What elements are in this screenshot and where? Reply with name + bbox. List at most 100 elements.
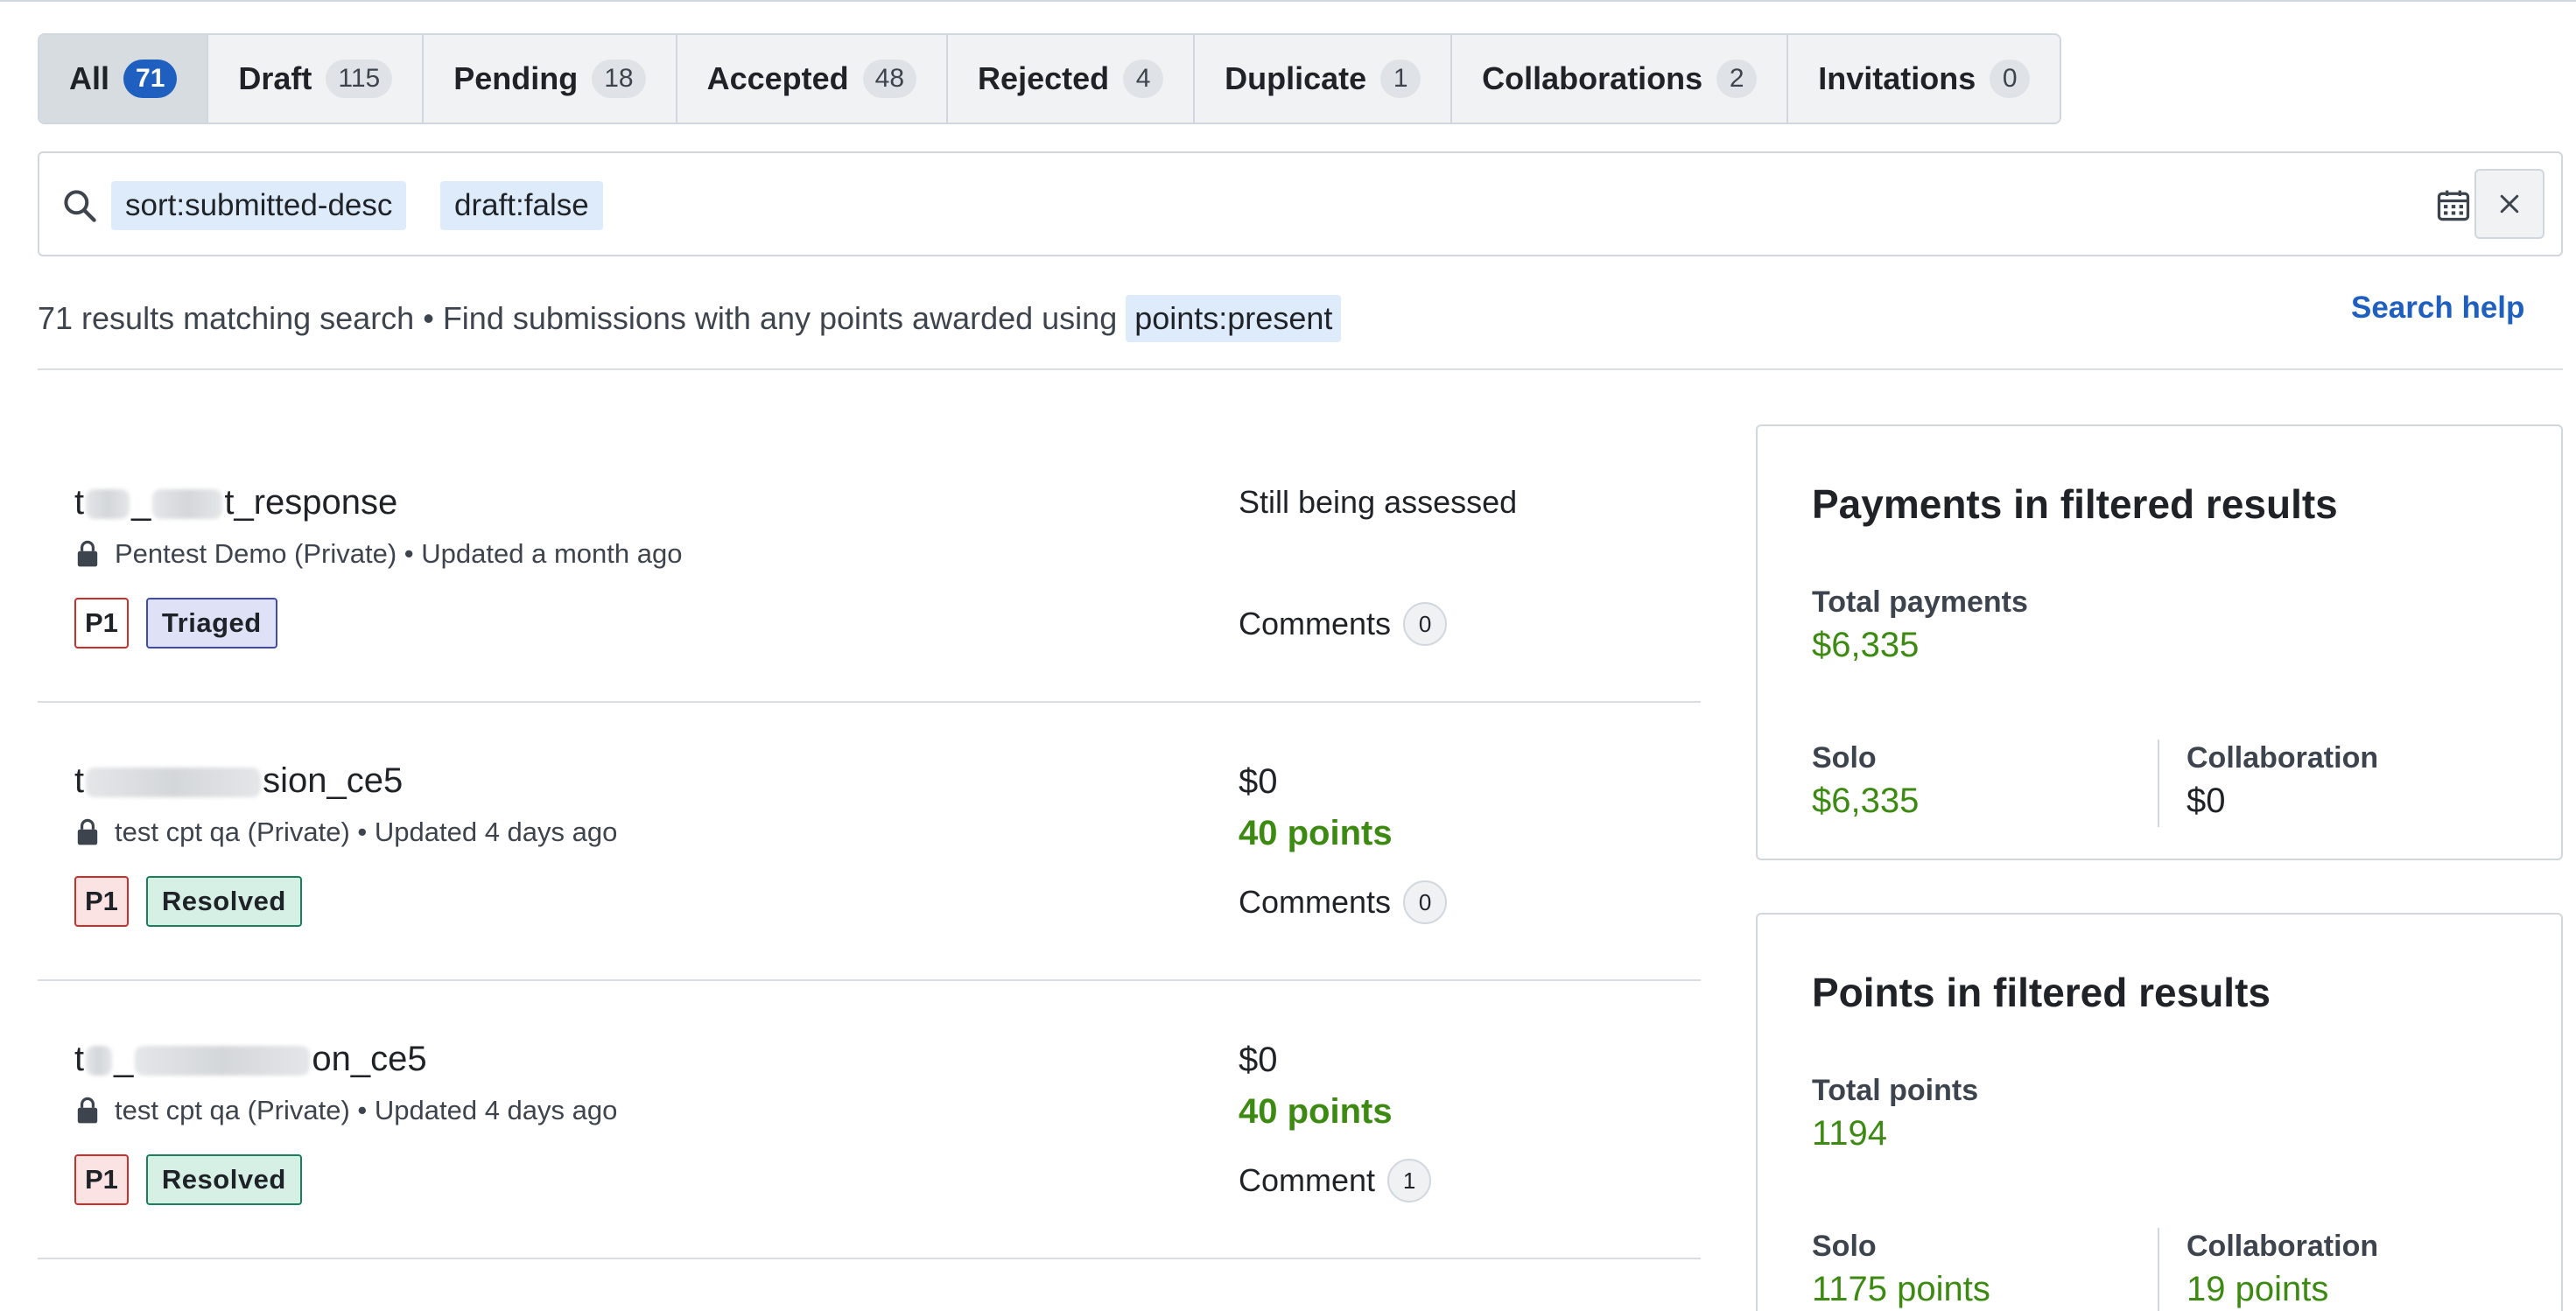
points-summary-card: Points in filtered results Total points …: [1756, 913, 2563, 1311]
tab-count: 71: [123, 60, 178, 98]
comments-count[interactable]: Comments 0: [1239, 602, 1448, 646]
state-badge: Resolved: [145, 1154, 302, 1205]
tab-count: 115: [326, 60, 393, 98]
close-icon: [2500, 194, 2519, 214]
tab-rejected[interactable]: Rejected 4: [948, 35, 1196, 123]
submission-title[interactable]: t _ on_ce5: [74, 1040, 427, 1079]
submission-title-end: t_response: [224, 483, 398, 522]
meta-separator: •: [357, 817, 368, 847]
lock-icon: [77, 1097, 98, 1124]
clear-search-button[interactable]: [2474, 169, 2544, 239]
priority-badge: P1: [74, 876, 129, 927]
comments-label: Comments: [1239, 884, 1392, 920]
meta-separator: •: [404, 538, 414, 569]
query-suggestion[interactable]: points:present: [1126, 295, 1342, 342]
submission-title-start: t: [74, 483, 85, 522]
program-name[interactable]: Pentest Demo (Private): [115, 538, 397, 570]
redacted-text: [86, 768, 262, 798]
program-name[interactable]: test cpt qa (Private): [115, 817, 350, 848]
submission-title[interactable]: t _ t_response: [74, 483, 397, 522]
assessment-status: Still being assessed: [1239, 484, 1518, 520]
tab-count: 18: [592, 60, 646, 98]
submission-row[interactable]: t sion_ce5 test cpt qa (Private) • Update…: [38, 703, 1701, 981]
card-title: Payments in filtered results: [1812, 481, 2338, 527]
submission-meta: test cpt qa (Private) • Updated 4 days a…: [76, 817, 617, 848]
search-icon: [64, 190, 96, 222]
updated-time: Updated 4 days ago: [374, 817, 618, 847]
collaboration-points-value: 19 points: [2186, 1270, 2329, 1308]
tab-label: Collaborations: [1482, 60, 1703, 96]
submission-labels: P1 Resolved: [74, 1154, 302, 1205]
comments-badge: 0: [1403, 880, 1448, 924]
tab-duplicate[interactable]: Duplicate 1: [1195, 35, 1453, 123]
top-divider: [0, 0, 2576, 2]
submission-title-start: t: [74, 1040, 85, 1078]
search-token-sort[interactable]: sort:submitted-desc: [111, 181, 407, 230]
tab-label: All: [69, 60, 110, 96]
tab-label: Draft: [238, 60, 312, 96]
submission-meta: test cpt qa (Private) • Updated 4 days a…: [76, 1095, 617, 1126]
divider: [38, 368, 2563, 370]
submission-title-end: sion_ce5: [263, 761, 404, 800]
submission-row[interactable]: t _ t_response Pentest Demo (Private) • Up…: [38, 424, 1701, 703]
solo-payments-value: $6,335: [1812, 782, 1920, 820]
solo-payments-label: Solo: [1812, 741, 1877, 775]
payment-amount: $0: [1239, 1041, 1278, 1079]
column-divider: [2158, 740, 2159, 827]
redacted-text: [152, 489, 223, 520]
search-help-link[interactable]: Search help: [2351, 291, 2524, 326]
submission-title-end: on_ce5: [312, 1040, 427, 1078]
filter-tabs: All 71 Draft 115 Pending 18 Accepted 48 Reje…: [38, 33, 2062, 124]
comments-count[interactable]: Comment 1: [1239, 1159, 1432, 1202]
payments-summary-card: Payments in filtered results Total payme…: [1756, 424, 2563, 860]
submission-list: t _ t_response Pentest Demo (Private) • Up…: [38, 424, 1701, 1259]
tab-label: Duplicate: [1225, 60, 1367, 96]
card-title: Points in filtered results: [1812, 970, 2271, 1015]
submission-labels: P1 Resolved: [74, 876, 302, 927]
redacted-text: [135, 1046, 311, 1076]
tab-label: Accepted: [706, 60, 849, 96]
total-points-label: Total points: [1812, 1074, 1979, 1107]
collaboration-payments-label: Collaboration: [2186, 741, 2379, 775]
column-divider: [2158, 1228, 2159, 1311]
tab-draft[interactable]: Draft 115: [208, 35, 425, 123]
tab-pending[interactable]: Pending 18: [424, 35, 677, 123]
comments-label: Comments: [1239, 606, 1392, 641]
submission-labels: P1 Triaged: [74, 598, 277, 648]
total-payments-label: Total payments: [1812, 585, 2028, 619]
tab-accepted[interactable]: Accepted 48: [677, 35, 949, 123]
search-token-draft[interactable]: draft:false: [440, 181, 603, 230]
submission-row[interactable]: t _ on_ce5 test cpt qa (Private) • Updated…: [38, 981, 1701, 1259]
comments-label: Comment: [1239, 1162, 1376, 1198]
tab-collaborations[interactable]: Collaborations 2: [1452, 35, 1789, 123]
tab-all[interactable]: All 71: [39, 35, 209, 123]
redacted-text: [86, 489, 130, 520]
priority-badge: P1: [74, 598, 129, 648]
total-points-value: 1194: [1812, 1114, 1888, 1153]
tab-invitations[interactable]: Invitations 0: [1788, 35, 2060, 123]
tab-count: 4: [1123, 60, 1164, 98]
submission-title-mid: _: [114, 1040, 134, 1078]
tab-count: 2: [1716, 60, 1758, 98]
tab-label: Invitations: [1818, 60, 1976, 96]
tab-count: 0: [1990, 60, 2031, 98]
comments-count[interactable]: Comments 0: [1239, 880, 1448, 924]
tab-label: Pending: [453, 60, 579, 96]
payment-amount: $0: [1239, 762, 1278, 801]
tab-count: 1: [1380, 60, 1421, 98]
results-summary: 71 results matching search • Find submis…: [38, 294, 1342, 343]
collaboration-points-label: Collaboration: [2186, 1230, 2379, 1263]
points-awarded: 40 points: [1239, 1092, 1393, 1131]
meta-separator: •: [357, 1095, 368, 1125]
submission-title[interactable]: t sion_ce5: [74, 761, 403, 801]
program-name[interactable]: test cpt qa (Private): [115, 1095, 350, 1126]
tab-count: 48: [862, 60, 917, 98]
updated-time: Updated a month ago: [421, 538, 683, 569]
lock-icon: [77, 818, 98, 845]
priority-badge: P1: [74, 1154, 129, 1205]
redacted-text: [86, 1046, 113, 1076]
submission-title-mid: _: [131, 483, 151, 522]
points-awarded: 40 points: [1239, 814, 1393, 852]
search-input[interactable]: [670, 179, 2333, 232]
lock-icon: [77, 540, 98, 567]
